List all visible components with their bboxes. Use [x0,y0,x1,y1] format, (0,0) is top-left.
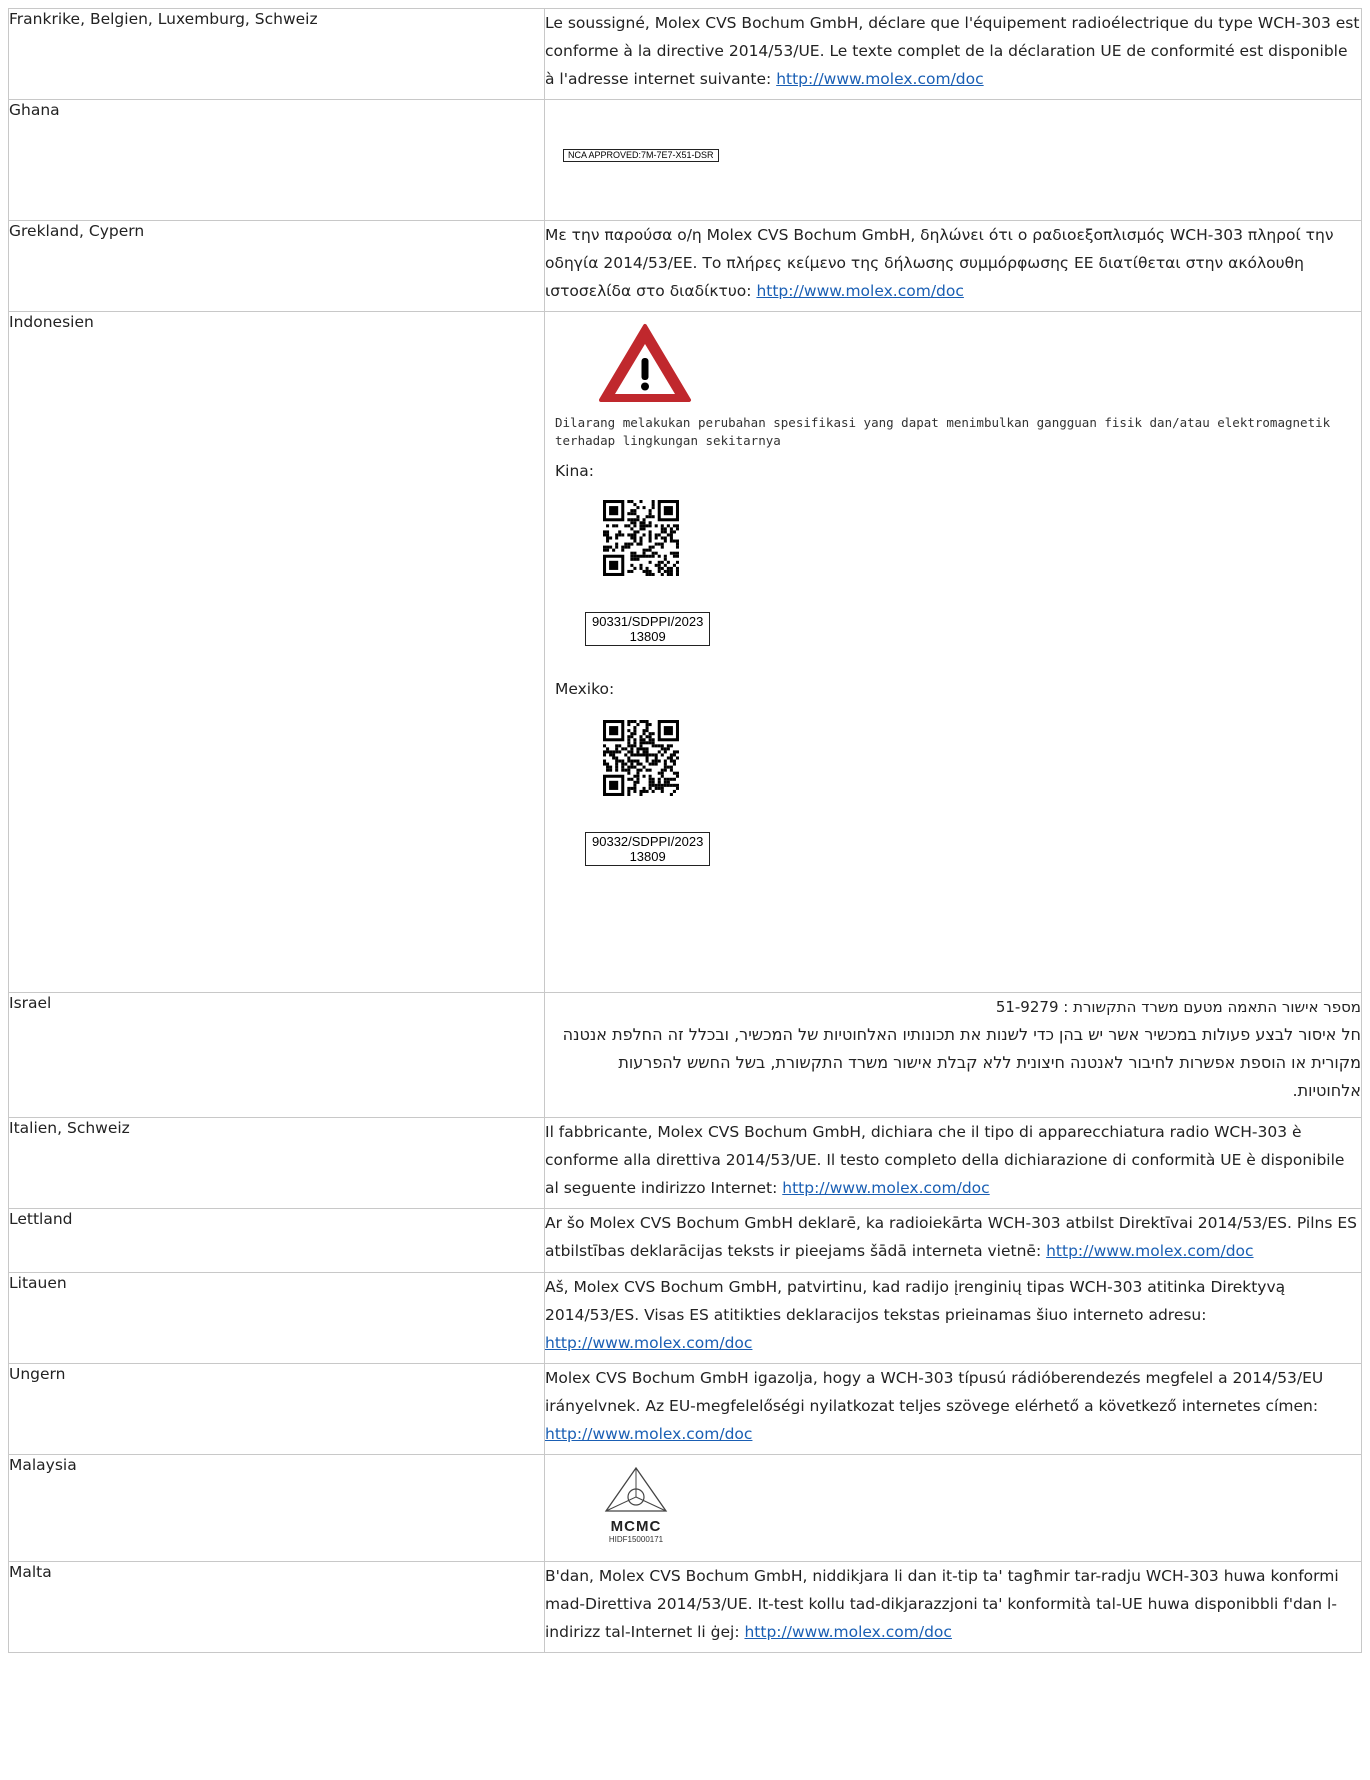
country-cell: Ungern [8,1363,545,1455]
qr-code-mexico [555,720,1351,800]
doc-link[interactable]: http://www.molex.com/doc [782,1179,989,1197]
warning-wrap [555,322,1351,402]
qr-code-china [555,500,1351,580]
table-row: Grekland, Cypern Με την παρούσα ο/η Mole… [8,220,1362,312]
doc-link[interactable]: http://www.molex.com/doc [756,282,963,300]
warning-text: Dilarang melakukan perubahan spesifikasi… [555,415,1331,448]
country-cell: Italien, Schweiz [8,1117,545,1209]
declaration-text: Aš, Molex CVS Bochum GmbH, patvirtinu, k… [545,1278,1286,1324]
declaration-cell: Aš, Molex CVS Bochum GmbH, patvirtinu, k… [544,1272,1362,1364]
declaration-cell: Il fabbricante, Molex CVS Bochum GmbH, d… [544,1117,1362,1209]
table-row: Malaysia MCMC HIDF15000171 [8,1454,1362,1562]
country-cell: Ghana [8,99,545,221]
declaration-cell: Με την παρούσα ο/η Molex CVS Bochum GmbH… [544,220,1362,312]
country-cell: Malta [8,1561,545,1653]
table-row: Israel מספר אישור התאמה מטעם משרד התקשור… [8,992,1362,1118]
israel-cell: מספר אישור התאמה מטעם משרד התקשורת : 51-… [544,992,1362,1118]
table-row: Indonesien Dilarang melakukan perubahan … [8,311,1362,993]
china-code-line1: 90331/SDPPI/2023 [592,614,704,629]
china-label: Kina: [555,462,595,480]
table-row: Ghana NCA APPROVED:7M-7E7-X51-DSR [8,99,1362,221]
country-cell: Frankrike, Belgien, Luxemburg, Schweiz [8,8,545,100]
country-cell: Litauen [8,1272,545,1364]
country-cell: Lettland [8,1208,545,1273]
country-compliance-table: Frankrike, Belgien, Luxemburg, Schweiz L… [8,8,1362,1653]
doc-link[interactable]: http://www.molex.com/doc [1046,1242,1253,1260]
mcmc-cell: MCMC HIDF15000171 [544,1454,1362,1562]
table-row: Malta B'dan, Molex CVS Bochum GmbH, nidd… [8,1561,1362,1653]
declaration-text: Molex CVS Bochum GmbH igazolja, hogy a W… [545,1369,1324,1415]
indonesia-cell: Dilarang melakukan perubahan spesifikasi… [544,311,1362,993]
doc-link[interactable]: http://www.molex.com/doc [776,70,983,88]
qr-code-icon [603,720,679,796]
mcmc-code: HIDF15000171 [608,1535,664,1544]
table-row: Lettland Ar šo Molex CVS Bochum GmbH dek… [8,1208,1362,1273]
country-cell: Grekland, Cypern [8,220,545,312]
mcmc-logo-text: MCMC [610,1518,662,1535]
declaration-cell: Le soussigné, Molex CVS Bochum GmbH, déc… [544,8,1362,100]
declaration-cell: Molex CVS Bochum GmbH igazolja, hogy a W… [544,1363,1362,1455]
table-row: Ungern Molex CVS Bochum GmbH igazolja, h… [8,1363,1362,1455]
declaration-cell: B'dan, Molex CVS Bochum GmbH, niddikjara… [544,1561,1362,1653]
table-row: Litauen Aš, Molex CVS Bochum GmbH, patvi… [8,1272,1362,1364]
mexico-code-wrap: 90332/SDPPI/2023 13809 [555,832,1351,866]
country-cell: Indonesien [8,311,545,993]
table-row: Italien, Schweiz Il fabbricante, Molex C… [8,1117,1362,1209]
israel-line1: מספר אישור התאמה מטעם משרד התקשורת : 51-… [995,998,1361,1016]
declaration-cell: Ar šo Molex CVS Bochum GmbH deklarē, ka … [544,1208,1362,1273]
qr-code-icon [603,500,679,576]
china-code-wrap: 90331/SDPPI/2023 13809 [555,612,1351,646]
mexico-code-line1: 90332/SDPPI/2023 [592,834,704,849]
mcmc-logo-icon: MCMC HIDF15000171 [591,1465,681,1545]
israel-line2: חל איסור לבצע פעולות במכשיר אשר יש בהן כ… [562,1025,1361,1100]
nca-approval-label: NCA APPROVED:7M-7E7-X51-DSR [563,149,719,162]
mexico-approval-code: 90332/SDPPI/2023 13809 [585,832,711,866]
doc-link[interactable]: http://www.molex.com/doc [545,1425,752,1443]
china-code-line2: 13809 [629,629,666,644]
label-cell: NCA APPROVED:7M-7E7-X51-DSR [544,99,1362,221]
country-cell: Israel [8,992,545,1118]
table-row: Frankrike, Belgien, Luxemburg, Schweiz L… [8,8,1362,100]
mcmc-emblem-icon [604,1466,668,1512]
warning-triangle-icon [599,324,691,402]
china-approval-code: 90331/SDPPI/2023 13809 [585,612,711,646]
country-cell: Malaysia [8,1454,545,1562]
doc-link[interactable]: http://www.molex.com/doc [744,1623,951,1641]
mexico-code-line2: 13809 [629,849,666,864]
mexico-label: Mexiko: [555,680,615,698]
doc-link[interactable]: http://www.molex.com/doc [545,1334,752,1352]
